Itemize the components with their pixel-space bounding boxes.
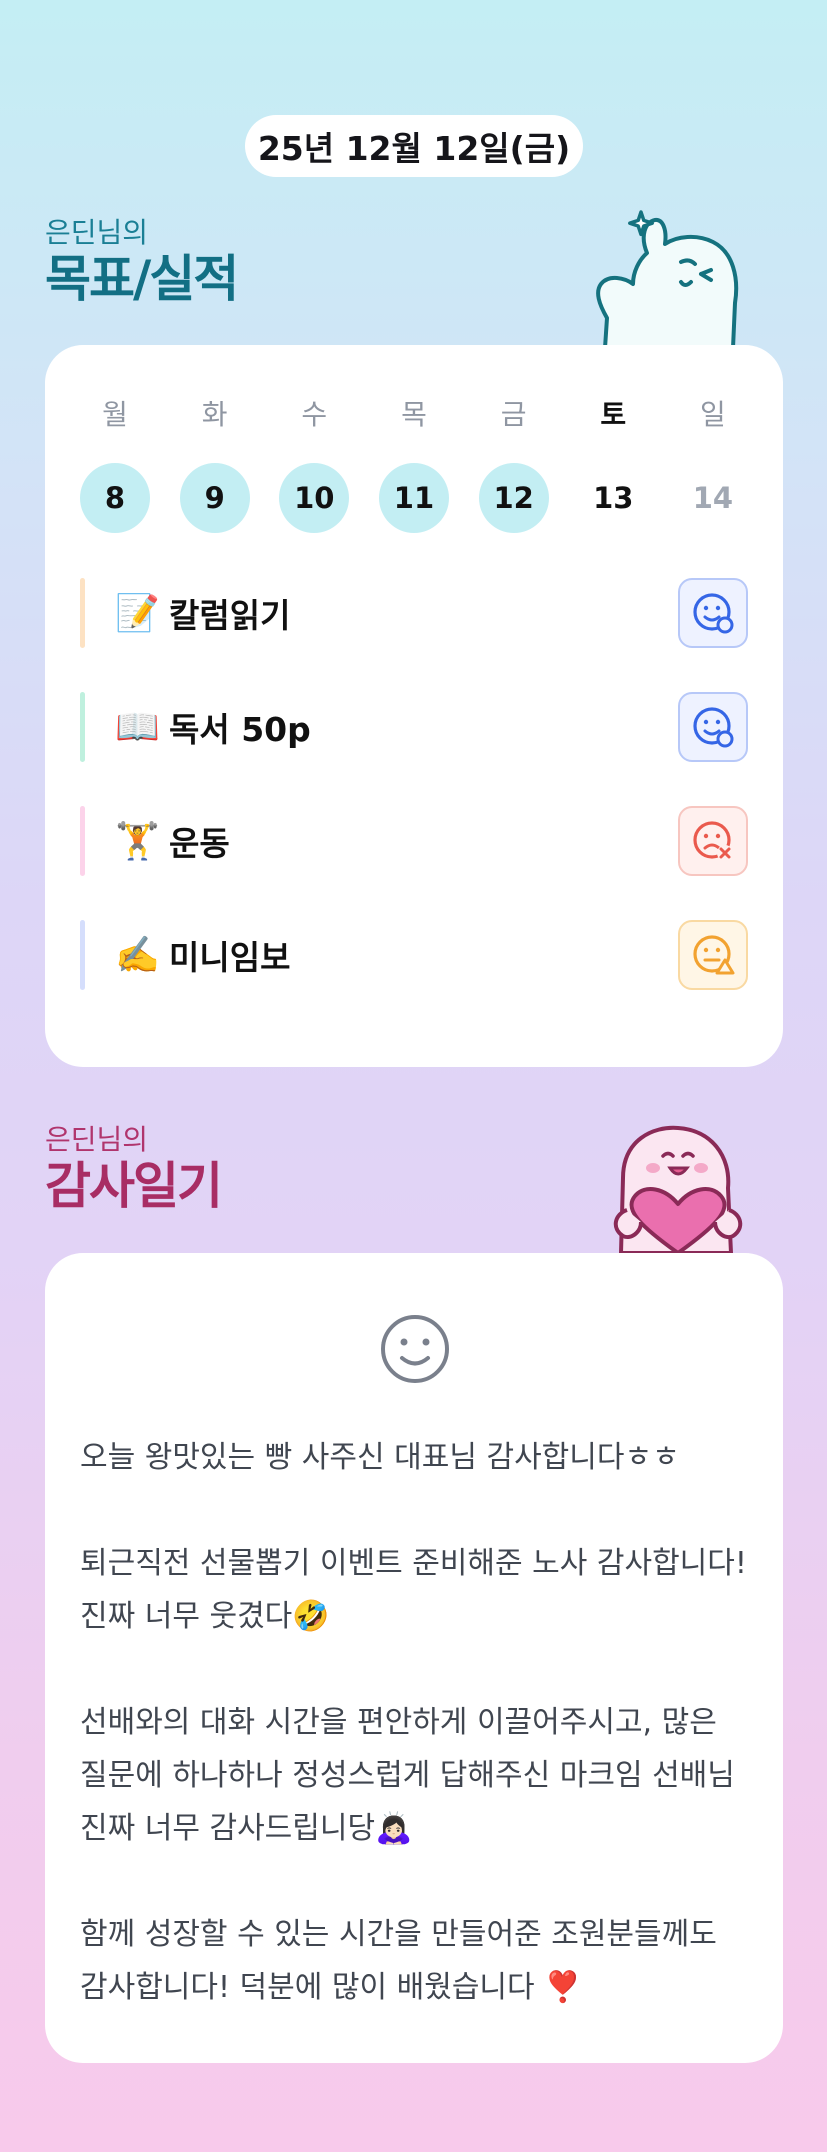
day-13[interactable]: 13 <box>578 463 648 533</box>
gratitude-card: 오늘 왕맛있는 빵 사주신 대표님 감사합니다ㅎㅎ 퇴근직전 선물뽑기 이벤트 … <box>45 1253 783 2063</box>
day-10[interactable]: 10 <box>279 463 350 533</box>
goal-label: 미니임보 <box>169 938 291 977</box>
ghost-mascot-icon <box>596 210 739 348</box>
goals-title: 목표/실적 <box>45 250 239 308</box>
weekday-label: 수 <box>301 398 328 431</box>
smiley-face-icon[interactable] <box>379 1313 451 1385</box>
gratitude-subtitle: 은딘님의 <box>45 1123 149 1156</box>
smile-check-icon <box>693 707 734 748</box>
day-12[interactable]: 12 <box>478 463 549 533</box>
weekday-label: 금 <box>500 398 527 431</box>
gratitude-section-header: 은딘님의 감사일기 <box>45 1123 223 1215</box>
status-success-button[interactable] <box>678 692 748 762</box>
date-row: 8 9 10 11 12 13 14 <box>80 463 748 533</box>
smile-check-icon <box>693 593 734 634</box>
goals-card: 월 화 수 목 금 토 일 8 9 10 11 12 13 14 📝 칼럼읽기 <box>45 345 783 1067</box>
status-partial-button[interactable] <box>678 920 748 990</box>
goal-label: 칼럼읽기 <box>169 596 291 635</box>
gratitude-entry: 퇴근직전 선물뽑기 이벤트 준비해준 노사 감사합니다! 진짜 너무 웃겼다🤣 <box>80 1546 747 1634</box>
goal-item-column-reading[interactable]: 📝 칼럼읽기 <box>80 578 748 648</box>
goal-color-bar <box>80 692 85 762</box>
gratitude-entry: 선배와의 대화 시간을 편안하게 이끌어주시고, 많은 질문에 하나하나 정성스… <box>80 1705 735 1846</box>
goal-label: 운동 <box>169 824 230 863</box>
writing-hand-icon: ✍️ <box>115 935 160 976</box>
weekday-label-today: 토 <box>600 398 627 431</box>
goal-item-reading[interactable]: 📖 독서 50p <box>80 692 748 762</box>
day-9[interactable]: 9 <box>179 463 250 533</box>
weekday-row: 월 화 수 목 금 토 일 <box>80 393 748 433</box>
day-14[interactable]: 14 <box>678 463 748 533</box>
frown-x-icon <box>693 821 733 861</box>
goal-item-mini-report[interactable]: ✍️ 미니임보 <box>80 920 748 990</box>
status-success-button[interactable] <box>678 578 748 648</box>
goal-color-bar <box>80 920 85 990</box>
book-icon: 📖 <box>115 707 160 748</box>
weekday-label: 일 <box>700 398 726 431</box>
date-pill[interactable]: 25년 12월 12일(금) <box>245 115 583 177</box>
weekday-label: 월 <box>102 398 128 431</box>
goal-color-bar <box>80 806 85 876</box>
week-calendar: 월 화 수 목 금 토 일 8 9 10 11 12 13 14 <box>80 393 748 533</box>
day-8[interactable]: 8 <box>80 463 150 533</box>
gratitude-title: 감사일기 <box>45 1157 223 1215</box>
status-fail-button[interactable] <box>678 806 748 876</box>
goal-label: 독서 50p <box>169 710 311 749</box>
heart-hug-mascot-icon <box>613 1125 743 1253</box>
memo-icon: 📝 <box>115 593 160 634</box>
goal-color-bar <box>80 578 85 648</box>
gratitude-entries: 오늘 왕맛있는 빵 사주신 대표님 감사합니다ㅎㅎ 퇴근직전 선물뽑기 이벤트 … <box>80 1431 748 2014</box>
gratitude-entry: 함께 성장할 수 있는 시간을 만들어준 조원분들께도 감사합니다! 덕분에 많… <box>80 1917 717 2005</box>
meh-warning-icon <box>693 935 735 975</box>
goals-section-header: 은딘님의 목표/실적 <box>45 216 239 308</box>
date-text: 25년 12월 12일(금) <box>257 129 571 168</box>
weekday-label: 목 <box>401 398 427 431</box>
day-11[interactable]: 11 <box>378 463 449 533</box>
weekday-label: 화 <box>201 398 228 431</box>
weightlifter-icon: 🏋 <box>115 821 160 862</box>
gratitude-entry: 오늘 왕맛있는 빵 사주신 대표님 감사합니다ㅎㅎ <box>80 1440 680 1475</box>
goal-item-exercise[interactable]: 🏋 운동 <box>80 806 748 876</box>
goals-subtitle: 은딘님의 <box>45 216 149 249</box>
